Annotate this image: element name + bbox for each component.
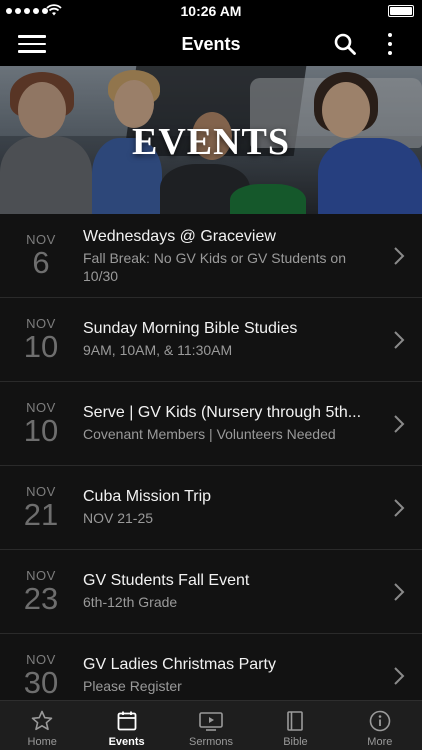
- tab-label: Events: [108, 736, 145, 748]
- event-subtitle: NOV 21-25: [83, 510, 154, 526]
- tab-home[interactable]: Home: [0, 701, 84, 750]
- event-row[interactable]: NOV 21 Cuba Mission Trip NOV 21-25: [0, 466, 422, 550]
- calendar-icon: [117, 711, 137, 731]
- tab-bar: Home Events Sermons Bible More: [0, 700, 422, 750]
- event-date: NOV 10: [16, 316, 66, 362]
- event-subtitle: Fall Break: No GV Kids or GV Students on…: [83, 250, 347, 284]
- event-row[interactable]: NOV 10 Serve | GV Kids (Nursery through …: [0, 382, 422, 466]
- overflow-menu-button[interactable]: [380, 31, 400, 57]
- event-day: 10: [23, 329, 59, 364]
- star-icon: [31, 710, 53, 731]
- event-subtitle: Covenant Members | Volunteers Needed: [83, 426, 336, 442]
- hero-banner: EVENTS: [0, 66, 422, 214]
- event-title: Serve | GV Kids (Nursery through 5th...: [83, 404, 362, 421]
- event-day: 6: [32, 245, 50, 280]
- nav-bar: Events: [0, 22, 422, 66]
- hero-title: EVENTS: [131, 121, 291, 163]
- status-time: 10:26 AM: [180, 3, 242, 19]
- event-row[interactable]: NOV 10 Sunday Morning Bible Studies 9AM,…: [0, 298, 422, 382]
- status-bar: 10:26 AM: [0, 0, 422, 22]
- info-icon: [369, 710, 391, 732]
- event-row[interactable]: NOV 30 GV Ladies Christmas Party Please …: [0, 634, 422, 700]
- chevron-right-icon: [394, 247, 405, 265]
- tab-sermons[interactable]: Sermons: [169, 701, 253, 750]
- page-title: Events: [181, 34, 241, 54]
- chevron-right-icon: [394, 331, 405, 349]
- event-row[interactable]: NOV 23 GV Students Fall Event 6th-12th G…: [0, 550, 422, 634]
- event-date: NOV 10: [16, 400, 66, 446]
- event-title: GV Students Fall Event: [83, 572, 250, 589]
- chevron-right-icon: [394, 667, 405, 685]
- event-date: NOV 6: [16, 232, 66, 278]
- chevron-right-icon: [394, 415, 405, 433]
- tab-label: Home: [27, 736, 57, 748]
- event-title: Sunday Morning Bible Studies: [83, 320, 298, 337]
- event-row[interactable]: NOV 6 Wednesdays @ Graceview Fall Break:…: [0, 214, 422, 298]
- event-title: GV Ladies Christmas Party: [83, 656, 276, 673]
- event-date: NOV 21: [16, 484, 66, 530]
- event-subtitle: 9AM, 10AM, & 11:30AM: [83, 342, 233, 358]
- book-icon: [287, 711, 304, 731]
- event-date: NOV 23: [16, 568, 66, 614]
- tab-label: Bible: [283, 736, 308, 748]
- battery-icon: [388, 5, 414, 17]
- event-day: 30: [23, 665, 59, 700]
- tab-more[interactable]: More: [338, 701, 422, 750]
- event-day: 10: [23, 413, 59, 448]
- tab-bible[interactable]: Bible: [253, 701, 337, 750]
- event-day: 23: [23, 581, 59, 616]
- play-screen-icon: [199, 712, 223, 731]
- event-list: NOV 6 Wednesdays @ Graceview Fall Break:…: [0, 214, 422, 700]
- tab-events[interactable]: Events: [84, 701, 168, 750]
- event-day: 21: [23, 497, 59, 532]
- search-icon[interactable]: [333, 32, 357, 56]
- chevron-right-icon: [394, 583, 405, 601]
- event-title: Wednesdays @ Graceview: [83, 228, 276, 245]
- tab-label: More: [367, 736, 393, 748]
- event-date: NOV 30: [16, 652, 66, 698]
- event-title: Cuba Mission Trip: [83, 488, 212, 505]
- vertical-dots-icon: [388, 33, 392, 37]
- tab-label: Sermons: [189, 736, 234, 748]
- chevron-right-icon: [394, 499, 405, 517]
- event-subtitle: Please Register: [83, 678, 182, 694]
- event-subtitle: 6th-12th Grade: [83, 594, 178, 610]
